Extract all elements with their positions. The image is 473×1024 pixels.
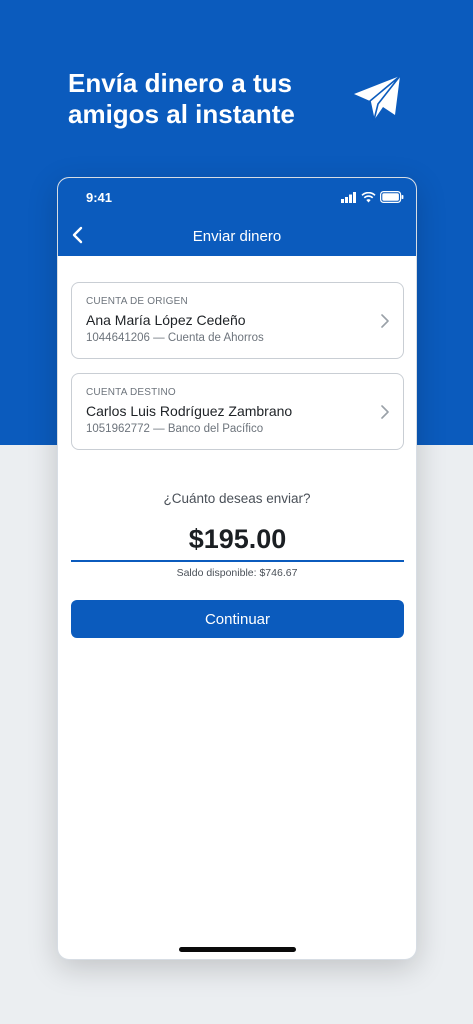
origin-account-name: Ana María López Cedeño xyxy=(86,312,246,328)
amount-input[interactable]: $195.00 xyxy=(71,520,404,562)
destination-account-card[interactable]: CUENTA DESTINO Carlos Luis Rodríguez Zam… xyxy=(71,373,404,450)
origin-account-card[interactable]: CUENTA DE ORIGEN Ana María López Cedeño … xyxy=(71,282,404,359)
battery-icon xyxy=(380,191,404,203)
destination-account-label: CUENTA DESTINO xyxy=(86,387,176,398)
continue-button[interactable]: Continuar xyxy=(71,600,404,638)
hero-title: Envía dinero a tus amigos al instante xyxy=(68,68,295,129)
destination-account-detail: 1051962772 — Banco del Pacífico xyxy=(86,423,264,435)
paper-plane-icon xyxy=(354,75,401,121)
origin-account-detail: 1044641206 — Cuenta de Ahorros xyxy=(86,332,264,344)
status-icons xyxy=(341,190,404,204)
phone-screen: 9:41 Enviar dinero CUENTA DE ORIGEN Ana … xyxy=(57,177,417,960)
page-title: Enviar dinero xyxy=(192,228,282,245)
available-balance: Saldo disponible: $746.67 xyxy=(176,567,298,579)
origin-account-label: CUENTA DE ORIGEN xyxy=(86,296,188,307)
app-header: 9:41 Enviar dinero xyxy=(58,178,416,256)
wifi-icon xyxy=(361,191,376,202)
signal-icon xyxy=(341,191,356,203)
destination-account-name: Carlos Luis Rodríguez Zambrano xyxy=(86,403,293,419)
home-indicator xyxy=(179,947,296,952)
status-time: 9:41 xyxy=(86,190,113,205)
amount-question: ¿Cuánto deseas enviar? xyxy=(163,491,311,506)
chevron-right-icon xyxy=(381,405,389,419)
chevron-right-icon xyxy=(381,314,389,328)
